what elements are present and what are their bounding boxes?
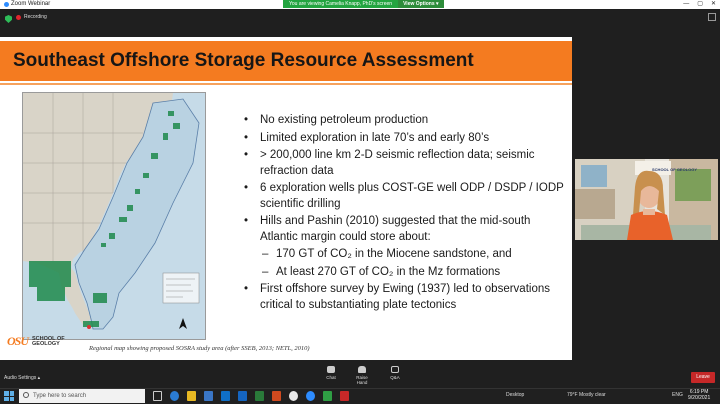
bullet-text: No existing petroleum production <box>260 114 429 126</box>
word-icon[interactable] <box>238 391 247 401</box>
chat-label: Chat <box>326 375 336 380</box>
title-underline <box>0 83 572 85</box>
maximize-icon[interactable]: ▢ <box>697 0 703 9</box>
logo-school-name: SCHOOL OF GEOLOGY <box>32 335 65 347</box>
language-indicator[interactable]: ENG <box>672 392 683 398</box>
bullet-list: • No existing petroleum production • Limit… <box>244 113 564 315</box>
audio-settings-button[interactable]: Audio Settings ▴ <box>4 375 40 381</box>
regional-map-graphic <box>23 93 205 339</box>
minimize-icon[interactable]: — <box>683 0 689 9</box>
windows-start-icon[interactable] <box>4 391 14 401</box>
app-title-group: Zoom Webinar <box>4 0 50 9</box>
qa-label: Q&A <box>390 375 400 380</box>
taskbar-search-placeholder: Type here to search <box>33 393 87 399</box>
zoom-taskbar-icon[interactable] <box>306 391 315 401</box>
recording-label: Recording <box>24 14 47 20</box>
fullscreen-icon[interactable] <box>708 13 716 21</box>
bullet-item: • First offshore survey by Ewing (1937) l… <box>244 282 564 313</box>
osu-geology-logo: OSU SCHOOL OF GEOLOGY <box>7 334 92 349</box>
close-icon[interactable]: ✕ <box>711 0 716 9</box>
bullet-item: • > 200,000 line km 2-D seismic reflectio… <box>244 148 564 179</box>
bullet-marker: • <box>244 215 249 227</box>
search-icon <box>23 392 29 398</box>
sub-bullet-text: 170 GT of CO₂ in the Miocene sandstone, … <box>276 248 512 260</box>
slide-title: Southeast Offshore Storage Resource Asse… <box>13 50 474 71</box>
bullet-item: • Limited exploration in late 70’s and ea… <box>244 131 564 147</box>
app-green-icon[interactable] <box>323 391 332 401</box>
bullet-text: Limited exploration in late 70’s and ear… <box>260 131 490 144</box>
bullet-marker: • <box>244 149 249 161</box>
map-caption: Regional map showing proposed SOSRA stud… <box>89 345 310 352</box>
bullet-marker: • <box>244 131 249 144</box>
raise-hand-label: Raise Hand <box>356 375 368 385</box>
recording-dot-icon <box>16 14 21 20</box>
chat-button[interactable]: Chat <box>320 366 342 380</box>
excel-icon[interactable] <box>255 391 264 401</box>
bullet-item: • 6 exploration wells plus COST-GE well O… <box>244 181 564 212</box>
regional-map <box>22 92 206 340</box>
edge-browser-icon[interactable] <box>170 391 179 401</box>
sub-bullet-text: At least 270 GT of CO₂ in the Mz formati… <box>276 265 501 278</box>
zoom-top-bar <box>0 9 720 29</box>
qa-button[interactable]: Q&A <box>384 366 406 380</box>
bullet-text: First offshore survey by Ewing (1937) le… <box>260 283 550 311</box>
hand-icon <box>358 366 366 373</box>
taskbar-search-input[interactable]: Type here to search <box>19 389 145 403</box>
viewing-banner: You are viewing Camelia Knapp, PhD's scr… <box>283 0 444 8</box>
mail-icon[interactable] <box>221 391 230 401</box>
view-options-button[interactable]: View Options ▾ <box>398 0 444 8</box>
video-wall-sign: SCHOOL OF GEOLOGY <box>652 167 698 172</box>
window-title: Zoom Webinar <box>11 1 51 7</box>
desktop-toolbar-label[interactable]: Desktop <box>506 392 524 398</box>
task-view-icon[interactable] <box>153 391 162 401</box>
bullet-text: Hills and Pashin (2010) suggested that t… <box>260 215 531 243</box>
bullet-item: • Hills and Pashin (2010) suggested that … <box>244 214 564 245</box>
viewing-message: You are viewing Camelia Knapp, PhD's scr… <box>283 0 399 8</box>
weather-widget[interactable]: 79°F Mostly clear <box>567 392 606 398</box>
bullet-text: 6 exploration wells plus COST-GE well OD… <box>260 182 564 210</box>
app-red-icon[interactable] <box>340 391 349 401</box>
bullet-item: • No existing petroleum production <box>244 113 564 129</box>
recording-indicator: Recording <box>16 14 47 20</box>
bullet-marker: • <box>244 283 249 295</box>
leave-button[interactable]: Leave <box>691 372 715 383</box>
sub-bullet-marker: – <box>262 248 269 260</box>
store-icon[interactable] <box>204 391 213 401</box>
logo-text: SCHOOL OF GEOLOGY <box>32 335 92 347</box>
bullet-text: > 200,000 line km 2-D seismic reflection… <box>260 149 535 177</box>
system-clock[interactable]: 6:19 PM 9/20/2021 <box>688 389 710 401</box>
file-explorer-icon[interactable] <box>187 391 196 401</box>
window-controls: — ▢ ✕ <box>683 0 716 9</box>
presenter-video[interactable]: SCHOOL OF GEOLOGY <box>575 159 718 240</box>
bullet-marker: • <box>244 182 249 194</box>
shared-slide: Southeast Offshore Storage Resource Asse… <box>0 37 572 360</box>
osu-logo-mark: OSU <box>7 334 29 348</box>
qa-icon <box>391 366 399 373</box>
sub-bullet-item: – At least 270 GT of CO₂ in the Mz format… <box>244 265 564 281</box>
chat-icon <box>327 366 335 373</box>
clock-date: 9/20/2021 <box>688 395 711 401</box>
sub-bullet-marker: – <box>262 265 269 278</box>
bullet-marker: • <box>244 114 249 126</box>
powerpoint-icon[interactable] <box>272 391 281 401</box>
raise-hand-button[interactable]: Raise Hand <box>351 366 373 385</box>
sub-bullet-item: –170 GT of CO₂ in the Miocene sandstone,… <box>244 247 564 263</box>
chrome-icon[interactable] <box>289 391 298 401</box>
zoom-app-icon <box>4 2 9 7</box>
